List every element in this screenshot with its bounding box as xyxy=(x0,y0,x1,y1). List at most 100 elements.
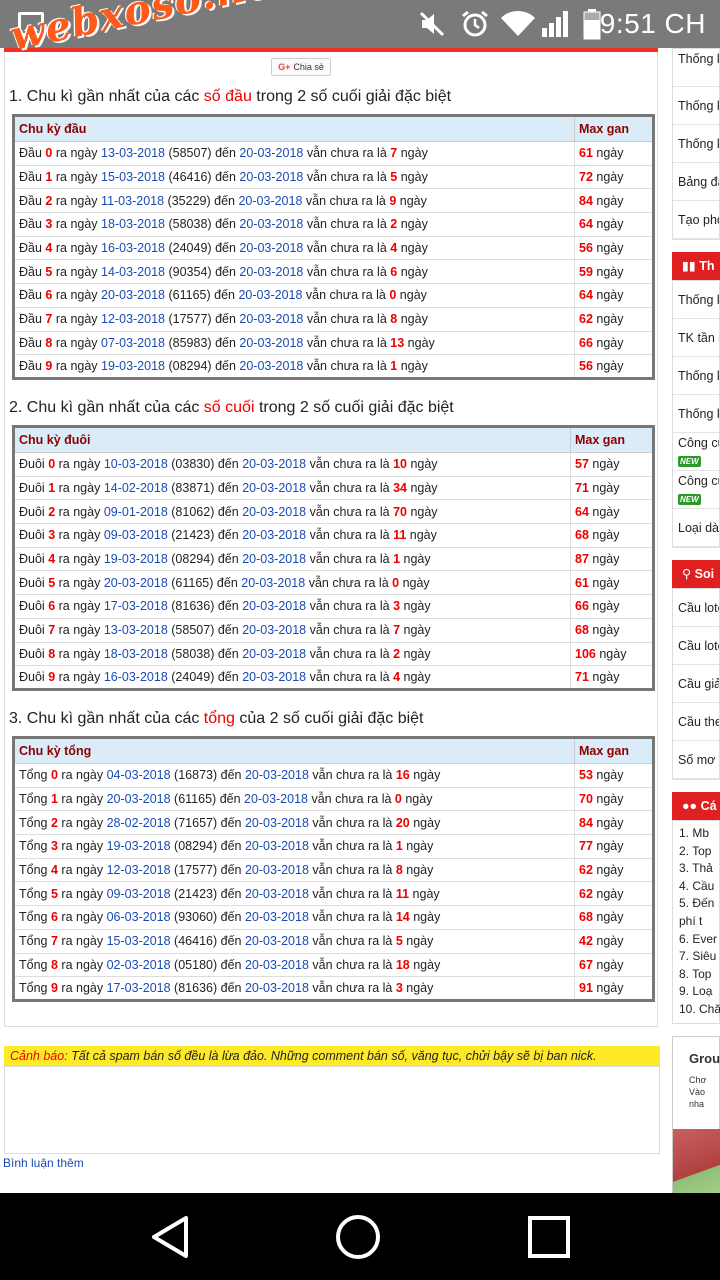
sidebar-list-item[interactable]: 3. Thả xyxy=(673,860,719,878)
max-gan-cell: 64 ngày xyxy=(570,499,654,525)
date-link[interactable]: 18-03-2018 xyxy=(104,647,168,661)
date-link[interactable]: 11-03-2018 xyxy=(101,194,164,208)
max-gan-cell: 84 ngày xyxy=(574,188,654,214)
sidebar-item-cau-4[interactable]: Số mơ xyxy=(673,741,719,779)
date-link[interactable]: 20-03-2018 xyxy=(239,359,303,373)
sidebar-item-cau-1[interactable]: Cầu loto xyxy=(673,627,719,665)
sidebar-item-tools-3[interactable]: Thống k xyxy=(673,395,719,433)
sidebar-item-stats-1[interactable]: Thống k xyxy=(673,87,719,125)
group-ad-banner[interactable]: Grou Chơ Vào nha xyxy=(672,1035,720,1193)
date-link[interactable]: 20-03-2018 xyxy=(104,576,168,590)
date-link[interactable]: 09-01-2018 xyxy=(104,505,168,519)
date-link[interactable]: 20-03-2018 xyxy=(242,552,306,566)
date-link[interactable]: 20-03-2018 xyxy=(245,839,309,853)
date-link[interactable]: 20-03-2018 xyxy=(239,336,303,350)
date-link[interactable]: 02-03-2018 xyxy=(107,958,171,972)
date-link[interactable]: 20-03-2018 xyxy=(101,288,165,302)
date-link[interactable]: 09-03-2018 xyxy=(107,887,171,901)
date-link[interactable]: 20-03-2018 xyxy=(242,647,306,661)
date-link[interactable]: 20-03-2018 xyxy=(242,457,306,471)
date-link[interactable]: 20-03-2018 xyxy=(245,981,309,995)
date-link[interactable]: 20-03-2018 xyxy=(245,863,309,877)
date-link[interactable]: 20-03-2018 xyxy=(242,599,306,613)
date-link[interactable]: 20-03-2018 xyxy=(242,670,306,684)
sidebar-list-item[interactable]: 2. Top xyxy=(673,843,719,861)
date-link[interactable]: 13-03-2018 xyxy=(104,623,168,637)
sidebar-list-item[interactable]: 10. Chă xyxy=(673,1001,720,1019)
date-link[interactable]: 20-03-2018 xyxy=(242,623,306,637)
sidebar-item-stats-0[interactable]: Thống k loto xyxy=(673,49,719,87)
date-link[interactable]: 14-03-2018 xyxy=(101,265,165,279)
date-link[interactable]: 19-03-2018 xyxy=(107,839,171,853)
table-row: Tổng 2 ra ngày 28-02-2018 (71657) đến 20… xyxy=(13,810,654,836)
sidebar-item-cau-2[interactable]: Cầu giải xyxy=(673,665,719,703)
sidebar-item-cau-0[interactable]: Cầu loto xyxy=(673,589,719,627)
more-comments-link[interactable]: Bình luận thêm xyxy=(3,1156,84,1170)
date-link[interactable]: 16-03-2018 xyxy=(104,670,168,684)
date-link[interactable]: 20-03-2018 xyxy=(239,312,303,326)
date-link[interactable]: 20-03-2018 xyxy=(239,170,303,184)
date-link[interactable]: 04-03-2018 xyxy=(107,768,171,782)
sidebar-list-item[interactable]: 6. Ever xyxy=(673,931,719,949)
date-link[interactable]: 20-03-2018 xyxy=(245,910,309,924)
date-link[interactable]: 28-02-2018 xyxy=(107,816,171,830)
recent-apps-icon[interactable] xyxy=(528,1216,570,1258)
sidebar-item-stats-4[interactable]: Tạo phô xyxy=(673,201,719,239)
date-link[interactable]: 14-02-2018 xyxy=(104,481,168,495)
sidebar-list-item[interactable]: 8. Top xyxy=(673,966,719,984)
cycle-cell: Đầu 1 ra ngày 15-03-2018 (46416) đến 20-… xyxy=(13,164,575,190)
back-icon[interactable] xyxy=(150,1215,190,1259)
sidebar-list-item[interactable]: 1. Mb xyxy=(673,825,719,843)
date-link[interactable]: 20-03-2018 xyxy=(245,958,309,972)
date-link[interactable]: 15-03-2018 xyxy=(101,170,165,184)
date-link[interactable]: 20-03-2018 xyxy=(242,505,306,519)
date-link[interactable]: 20-03-2018 xyxy=(242,481,306,495)
sidebar-list-item[interactable]: 5. Đến xyxy=(673,895,719,913)
date-link[interactable]: 09-03-2018 xyxy=(104,528,168,542)
sidebar-item-tools-0[interactable]: Thống k xyxy=(673,281,719,319)
date-link[interactable]: 20-03-2018 xyxy=(107,792,171,806)
date-link[interactable]: 20-03-2018 xyxy=(245,934,309,948)
date-link[interactable]: 20-03-2018 xyxy=(245,768,309,782)
date-link[interactable]: 12-03-2018 xyxy=(107,863,171,877)
date-link[interactable]: 20-03-2018 xyxy=(239,217,303,231)
share-button[interactable]: G+ Chia sẻ xyxy=(271,58,331,76)
sidebar-list-item[interactable]: phí t xyxy=(673,913,719,931)
date-link[interactable]: 16-03-2018 xyxy=(101,241,165,255)
date-link[interactable]: 06-03-2018 xyxy=(107,910,171,924)
date-link[interactable]: 10-03-2018 xyxy=(104,457,168,471)
date-link[interactable]: 07-03-2018 xyxy=(101,336,165,350)
date-link[interactable]: 20-03-2018 xyxy=(245,816,309,830)
date-link[interactable]: 20-03-2018 xyxy=(239,146,303,160)
comment-box[interactable] xyxy=(4,1066,660,1154)
date-link[interactable]: 20-03-2018 xyxy=(238,194,302,208)
sidebar-item-tools-2[interactable]: Thống k xyxy=(673,357,719,395)
date-link[interactable]: 20-03-2018 xyxy=(238,288,302,302)
sidebar-list-item[interactable]: 4. Cầu xyxy=(673,878,719,896)
date-link[interactable]: 17-03-2018 xyxy=(107,981,171,995)
home-icon[interactable] xyxy=(336,1215,380,1259)
sidebar-item-tools-4[interactable]: Công cụNEW xyxy=(673,433,719,471)
date-link[interactable]: 20-03-2018 xyxy=(239,241,303,255)
sidebar-item-tools-6[interactable]: Loại dàn xyxy=(673,509,719,547)
date-link[interactable]: 13-03-2018 xyxy=(101,146,165,160)
sidebar-item-tools-5[interactable]: Công cụ VIPNEW xyxy=(673,471,719,509)
sidebar-item-stats-3[interactable]: Bảng đặ xyxy=(673,163,719,201)
date-link[interactable]: 20-03-2018 xyxy=(245,887,309,901)
sidebar-list-item[interactable]: 9. Loạ xyxy=(673,983,719,1001)
date-link[interactable]: 19-03-2018 xyxy=(101,359,165,373)
date-link[interactable]: 19-03-2018 xyxy=(104,552,168,566)
date-link[interactable]: 18-03-2018 xyxy=(101,217,165,231)
cycle-cell: Đầu 2 ra ngày 11-03-2018 (35229) đến 20-… xyxy=(13,188,575,214)
date-link[interactable]: 12-03-2018 xyxy=(101,312,165,326)
date-link[interactable]: 20-03-2018 xyxy=(242,528,306,542)
date-link[interactable]: 17-03-2018 xyxy=(104,599,168,613)
date-link[interactable]: 20-03-2018 xyxy=(239,265,303,279)
sidebar-list-item[interactable]: 7. Siêu xyxy=(673,948,719,966)
date-link[interactable]: 20-03-2018 xyxy=(244,792,308,806)
date-link[interactable]: 15-03-2018 xyxy=(107,934,171,948)
sidebar-item-tools-1[interactable]: TK tần s xyxy=(673,319,719,357)
sidebar-item-stats-2[interactable]: Thống k xyxy=(673,125,719,163)
date-link[interactable]: 20-03-2018 xyxy=(241,576,305,590)
sidebar-item-cau-3[interactable]: Cầu theo xyxy=(673,703,719,741)
